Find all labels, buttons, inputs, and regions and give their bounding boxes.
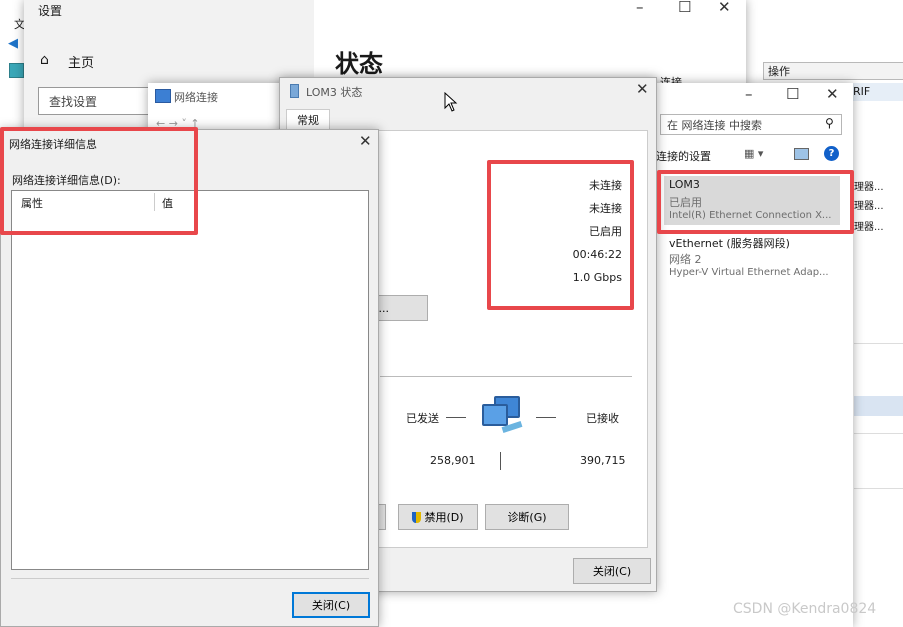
- minimize-icon[interactable]: –: [636, 0, 644, 15]
- close-icon[interactable]: ✕: [359, 134, 372, 149]
- action-item[interactable]: 理器...: [854, 197, 884, 212]
- adapter-name: vEthernet (服务器网段): [669, 237, 790, 250]
- adapter-device: Hyper-V Virtual Ethernet Adap...: [669, 267, 829, 278]
- received-label: 已接收: [586, 412, 619, 425]
- adapter-item-vethernet[interactable]: vEthernet (服务器网段) 网络 2 Hyper-V Virtual E…: [664, 233, 844, 283]
- search-input[interactable]: 在 网络连接 中搜索: [660, 114, 842, 135]
- network-adapter-icon: [290, 84, 299, 98]
- annotation-box: [0, 127, 198, 235]
- row-divider: [854, 433, 903, 434]
- actions-header: 操作: [763, 62, 903, 80]
- action-item[interactable]: 理器...: [854, 218, 884, 233]
- row-divider: [854, 343, 903, 344]
- grid-icon: [9, 63, 24, 78]
- tab-general[interactable]: 常规: [286, 109, 330, 131]
- annotation-box: [487, 160, 634, 310]
- close-icon[interactable]: ✕: [826, 87, 839, 102]
- help-icon[interactable]: ?: [824, 146, 839, 161]
- mouse-cursor: [444, 92, 458, 112]
- network-icon: [155, 89, 171, 103]
- shield-icon: [412, 511, 422, 523]
- annotation-box: [657, 170, 854, 234]
- received-bytes: 390,715: [580, 454, 626, 467]
- actions-band: [854, 396, 903, 416]
- change-settings-link[interactable]: 连接的设置: [656, 148, 711, 164]
- monitor-front: [482, 404, 508, 426]
- received-line: [536, 417, 556, 418]
- settings-title: 设置: [38, 4, 63, 18]
- action-item[interactable]: 理器...: [854, 178, 884, 193]
- window-title: 网络连接: [174, 91, 218, 104]
- details-list[interactable]: 属性 值: [11, 190, 369, 570]
- sent-line: [446, 417, 466, 418]
- minimize-icon[interactable]: –: [745, 87, 753, 102]
- back-arrow-icon[interactable]: ◀: [8, 37, 20, 50]
- activity-divider: [380, 376, 632, 377]
- footer-divider: [11, 578, 369, 579]
- sent-label: 已发送: [406, 412, 439, 425]
- maximize-icon[interactable]: ☐: [786, 87, 799, 102]
- details-close-button[interactable]: 关闭(C): [292, 592, 370, 618]
- close-icon[interactable]: ✕: [718, 0, 731, 15]
- home-icon[interactable]: ⌂: [40, 52, 49, 68]
- disable-button-label: 禁用(D): [424, 511, 464, 524]
- network-computers-icon: [480, 396, 524, 434]
- search-icon[interactable]: ⚲: [825, 116, 834, 130]
- page-title: 状态: [335, 50, 383, 78]
- sent-bytes: 258,901: [430, 454, 476, 467]
- status-close-button[interactable]: 关闭(C): [573, 558, 651, 584]
- adapter-status: 网络 2: [669, 253, 702, 266]
- disable-button[interactable]: 禁用(D): [398, 504, 478, 530]
- view-options-icon[interactable]: ▦ ▾: [744, 147, 763, 160]
- watermark: CSDN @Kendra0824: [733, 601, 877, 617]
- bytes-divider: [500, 452, 501, 470]
- home-link[interactable]: 主页: [68, 52, 94, 71]
- preview-pane-icon[interactable]: [794, 148, 809, 160]
- diagnose-button[interactable]: 诊断(G): [485, 504, 569, 530]
- maximize-icon[interactable]: ☐: [678, 0, 691, 15]
- close-icon[interactable]: ✕: [636, 82, 649, 97]
- dialog-title: LOM3 状态: [306, 86, 363, 99]
- row-divider: [854, 488, 903, 489]
